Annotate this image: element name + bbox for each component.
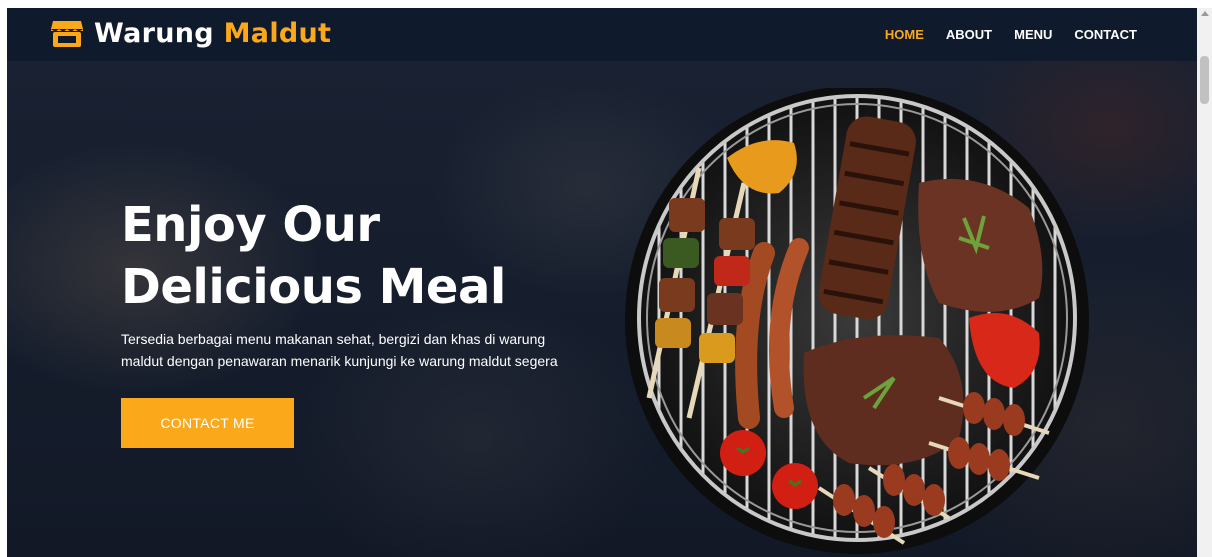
page-scrollbar[interactable]	[1197, 8, 1212, 557]
storefront-icon	[51, 20, 83, 47]
hero-description: Tersedia berbagai menu makanan sehat, be…	[121, 331, 558, 369]
hero-title-line1: Enjoy Our	[121, 197, 380, 253]
brand-logo[interactable]: Warung Maldut	[50, 18, 331, 49]
nav-menu[interactable]: MENU	[1014, 27, 1052, 42]
contact-me-button[interactable]: CONTACT ME	[121, 398, 294, 448]
nav-home[interactable]: HOME	[885, 27, 924, 42]
hero-title-line2: Delicious Meal	[121, 259, 506, 315]
scroll-up-arrow-icon[interactable]	[1201, 11, 1209, 16]
main-nav: HOME ABOUT MENU CONTACT	[885, 8, 1137, 61]
browser-viewport: Warung Maldut HOME ABOUT MENU CONTACT En…	[7, 8, 1197, 557]
navbar: Warung Maldut HOME ABOUT MENU CONTACT	[7, 8, 1197, 61]
grilled-food-icon	[625, 88, 1089, 554]
brand-name-part2: Maldut	[223, 18, 332, 49]
nav-about[interactable]: ABOUT	[946, 27, 992, 42]
brand-name-part1: Warung	[94, 18, 214, 49]
nav-contact[interactable]: CONTACT	[1074, 27, 1137, 42]
hero-title: Enjoy Our Delicious Meal	[121, 194, 506, 318]
scrollbar-thumb[interactable]	[1200, 56, 1209, 104]
